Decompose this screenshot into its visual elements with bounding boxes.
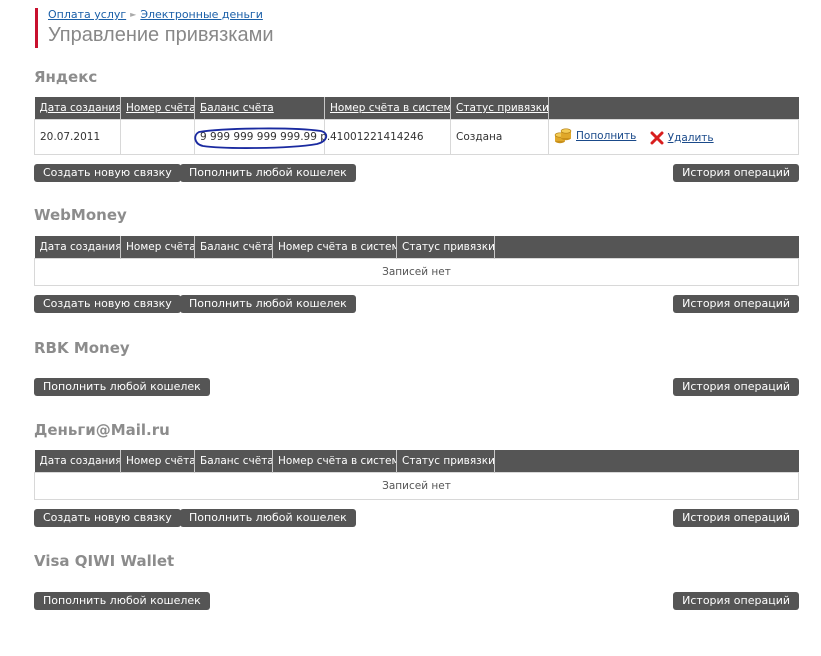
qiwi-history-button[interactable]: История операций xyxy=(673,592,799,610)
table-header-row: Дата создания Номер счёта Баланс счёта Н… xyxy=(34,97,799,120)
rbk-history-button[interactable]: История операций xyxy=(673,378,799,396)
column-header-balance[interactable]: Баланс счёта xyxy=(194,97,325,120)
topup-action[interactable]: Пополнить xyxy=(554,127,636,145)
mailru-history-button[interactable]: История операций xyxy=(673,509,799,527)
column-header-status[interactable]: Статус привязки xyxy=(450,97,549,120)
column-header-system-account: Номер счёта в системе xyxy=(272,450,397,473)
delete-label: Удалить xyxy=(667,131,714,144)
section-title-mailru: Деньги@Mail.ru xyxy=(34,421,170,439)
column-header-blank xyxy=(494,450,799,473)
red-x-icon xyxy=(650,131,664,144)
yandex-history-button[interactable]: История операций xyxy=(673,164,799,182)
cell-date: 20.07.2011 xyxy=(34,119,121,155)
column-header-status: Статус привязки xyxy=(396,236,495,259)
column-header-date: Дата создания xyxy=(34,450,121,473)
cell-account xyxy=(120,119,195,155)
qiwi-topup-any-button[interactable]: Пополнить любой кошелек xyxy=(34,592,210,610)
table-row-empty: Записей нет xyxy=(34,258,799,286)
column-header-system-account: Номер счёта в системе xyxy=(272,236,397,259)
column-header-account[interactable]: Номер счёта xyxy=(120,97,195,120)
yandex-create-button[interactable]: Создать новую связку xyxy=(34,164,181,182)
column-header-date: Дата создания xyxy=(34,236,121,259)
table-row: 20.07.2011 9 999 999 999 999.99 р. 41001… xyxy=(34,119,799,155)
balance-value: 9 999 999 999 999.99 р. xyxy=(200,131,331,143)
mailru-table: Дата создания Номер счёта Баланс счёта Н… xyxy=(34,450,799,500)
section-title-qiwi: Visa QIWI Wallet xyxy=(34,552,175,570)
cell-balance: 9 999 999 999 999.99 р. xyxy=(194,119,330,155)
cell-system-account: 41001221414246 xyxy=(324,119,451,155)
column-header-actions xyxy=(548,97,799,120)
column-header-balance: Баланс счёта xyxy=(194,450,273,473)
column-header-date[interactable]: Дата создания xyxy=(34,97,121,120)
section-title-webmoney: WebMoney xyxy=(34,206,127,224)
mailru-topup-any-button[interactable]: Пополнить любой кошелек xyxy=(180,509,356,527)
cell-status: Создана xyxy=(450,119,549,155)
webmoney-topup-any-button[interactable]: Пополнить любой кошелек xyxy=(180,295,356,313)
topup-label: Пополнить xyxy=(576,129,637,142)
yandex-table: Дата создания Номер счёта Баланс счёта Н… xyxy=(34,97,799,155)
cell-actions: Пополнить Удалить xyxy=(548,119,799,155)
breadcrumb-link-emoney[interactable]: Электронные деньги xyxy=(140,8,263,21)
section-title-rbk: RBK Money xyxy=(34,339,130,357)
page-header: Оплата услуг ► Электронные деньги Управлен… xyxy=(35,8,274,48)
table-row-empty: Записей нет xyxy=(34,472,799,500)
column-header-account: Номер счёта xyxy=(120,236,195,259)
column-header-blank xyxy=(494,236,799,259)
column-header-system-account[interactable]: Номер счёта в системе xyxy=(324,97,451,120)
webmoney-table: Дата создания Номер счёта Баланс счёта Н… xyxy=(34,236,799,286)
webmoney-history-button[interactable]: История операций xyxy=(673,295,799,313)
triangle-right-icon: ► xyxy=(130,10,137,19)
delete-action[interactable]: Удалить xyxy=(650,131,714,145)
column-header-account: Номер счёта xyxy=(120,450,195,473)
empty-message: Записей нет xyxy=(34,472,799,500)
section-title-yandex: Яндекс xyxy=(34,68,98,86)
webmoney-create-button[interactable]: Создать новую связку xyxy=(34,295,181,313)
breadcrumb-link-payments[interactable]: Оплата услуг xyxy=(48,8,126,21)
breadcrumb: Оплата услуг ► Электронные деньги xyxy=(48,8,274,22)
page-title: Управление привязками xyxy=(48,24,274,46)
column-header-balance: Баланс счёта xyxy=(194,236,273,259)
table-header-row: Дата создания Номер счёта Баланс счёта Н… xyxy=(34,450,799,473)
yandex-topup-any-button[interactable]: Пополнить любой кошелек xyxy=(180,164,356,182)
table-header-row: Дата создания Номер счёта Баланс счёта Н… xyxy=(34,236,799,259)
mailru-create-button[interactable]: Создать новую связку xyxy=(34,509,181,527)
column-header-status: Статус привязки xyxy=(396,450,495,473)
coins-icon xyxy=(554,127,572,143)
rbk-topup-any-button[interactable]: Пополнить любой кошелек xyxy=(34,378,210,396)
empty-message: Записей нет xyxy=(34,258,799,286)
